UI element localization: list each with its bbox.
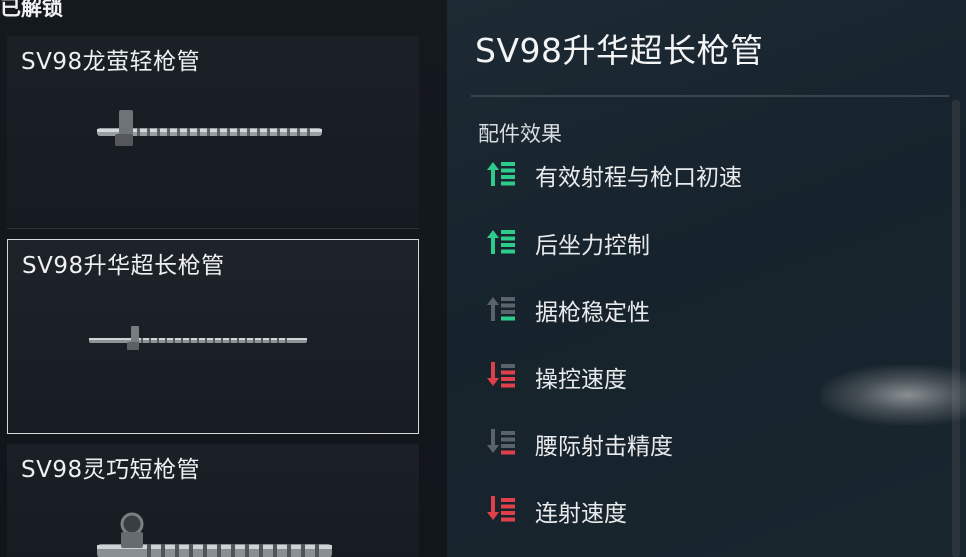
effect-label: 连射速度: [535, 501, 627, 527]
stat-increase-icon: [487, 297, 515, 321]
stat-increase-icon: [487, 162, 515, 186]
stat-decrease-icon: [487, 362, 515, 388]
scrollbar[interactable]: [952, 100, 960, 557]
stat-increase-icon: [487, 230, 515, 254]
unlocked-list-panel: 已解锁 SV98龙萤轻枪管 SV98升华超长枪管 SV98灵巧短枪管: [0, 0, 447, 557]
barrel-card-longying[interactable]: SV98龙萤轻枪管: [7, 36, 419, 226]
list-divider: [7, 228, 419, 229]
barrel-card-shenghua[interactable]: SV98升华超长枪管: [7, 239, 419, 434]
section-title: 已解锁: [0, 0, 63, 20]
effect-label: 操控速度: [535, 367, 627, 393]
barrel-name: SV98升华超长枪管: [22, 253, 225, 279]
barrel-image: [97, 110, 322, 146]
stat-decrease-icon: [487, 496, 515, 522]
effects-label: 配件效果: [478, 122, 562, 146]
stat-decrease-icon: [487, 429, 515, 455]
barrel-card-lingqiao[interactable]: SV98灵巧短枪管: [7, 444, 419, 557]
effect-label: 腰际射击精度: [535, 434, 673, 460]
barrel-name: SV98灵巧短枪管: [21, 457, 201, 483]
barrel-image: [89, 326, 307, 350]
attachment-title: SV98升华超长枪管: [475, 31, 764, 70]
attachment-detail-panel: SV98升华超长枪管 配件效果 有效射程与枪口初速 后坐力控制据枪稳定性操控速度腰…: [447, 0, 966, 557]
effect-label: 后坐力控制: [535, 233, 650, 259]
title-divider: [471, 95, 949, 97]
screen-glare: [820, 365, 966, 425]
barrel-name: SV98龙萤轻枪管: [21, 49, 201, 75]
effect-label: 据枪稳定性: [535, 300, 650, 326]
barrel-image: [97, 512, 332, 557]
effect-label: 有效射程与枪口初速: [535, 165, 742, 191]
